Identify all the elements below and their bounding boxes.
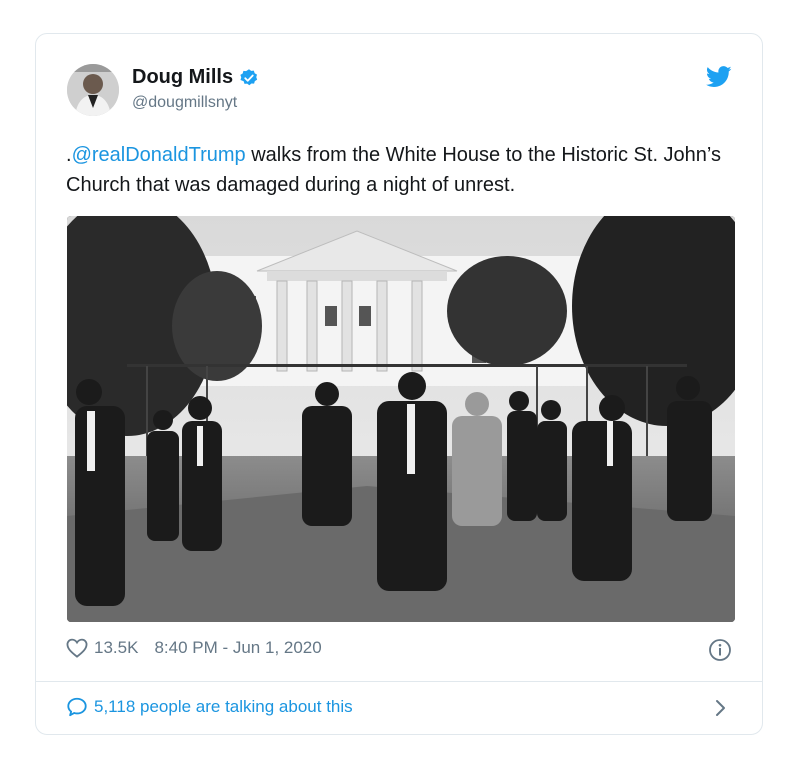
tweet-timestamp[interactable]: 8:40 PM - Jun 1, 2020 bbox=[154, 638, 321, 658]
tweet-photo[interactable] bbox=[67, 216, 735, 622]
verified-badge-icon bbox=[240, 68, 258, 85]
like-count[interactable]: 13.5K bbox=[94, 638, 138, 658]
tweet-card: Doug Mills @dougmillsnyt .@realDonaldTru… bbox=[35, 33, 763, 735]
avatar[interactable] bbox=[67, 64, 119, 116]
conversation-link[interactable]: 5,118 people are talking about this bbox=[66, 696, 353, 718]
conversation-text[interactable]: 5,118 people are talking about this bbox=[94, 697, 353, 717]
tweet-text: .@realDonaldTrump walks from the White H… bbox=[66, 140, 746, 200]
chevron-right-icon[interactable] bbox=[714, 698, 728, 718]
speech-bubble-icon bbox=[67, 697, 87, 717]
author-name-row[interactable]: Doug Mills bbox=[132, 66, 259, 89]
author-handle[interactable]: @dougmillsnyt bbox=[132, 94, 237, 112]
mention-link[interactable]: @realDonaldTrump bbox=[72, 144, 246, 166]
photo-white-house-walk bbox=[67, 216, 735, 622]
avatar-photo bbox=[67, 64, 119, 116]
author-display-name[interactable]: Doug Mills bbox=[132, 66, 233, 89]
divider bbox=[36, 681, 762, 682]
info-icon[interactable] bbox=[708, 638, 732, 662]
tweet-meta: 13.5K 8:40 PM - Jun 1, 2020 bbox=[66, 638, 322, 658]
heart-icon[interactable] bbox=[66, 638, 88, 658]
twitter-bird-icon[interactable] bbox=[706, 66, 732, 88]
